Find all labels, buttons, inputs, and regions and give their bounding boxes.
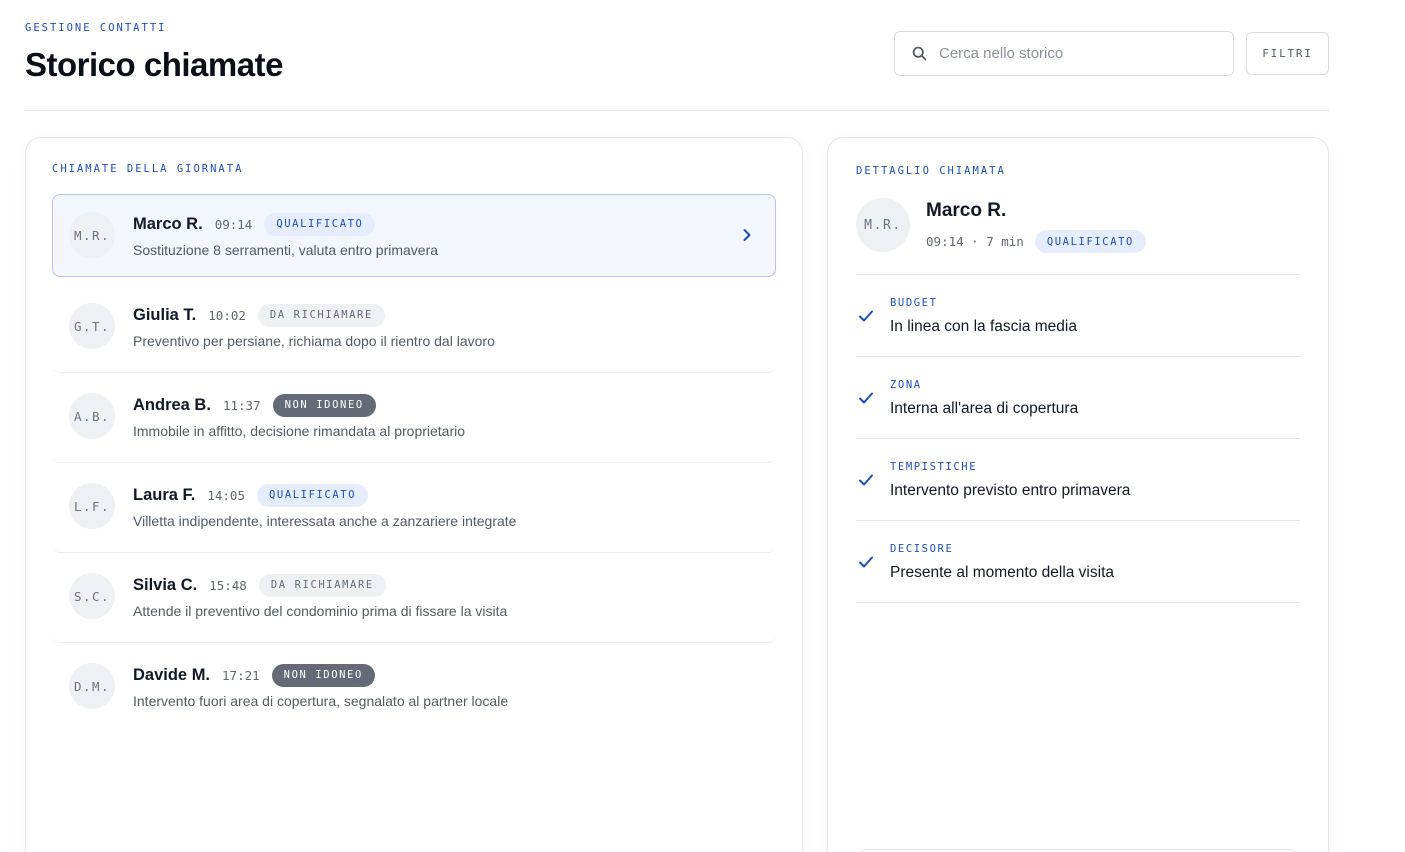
call-row-selected[interactable]: M.R. Marco R. 09:14 QUALIFICATO Sostituz… bbox=[52, 194, 776, 277]
criterion-label: ZONA bbox=[890, 379, 922, 391]
check-icon bbox=[859, 310, 873, 322]
criterion-value: Presente al momento della visita bbox=[890, 564, 1115, 581]
call-row-head: Giulia T. 10:02 DA RICHIAMARE bbox=[133, 303, 385, 327]
call-row-head: Silvia C. 15:48 DA RICHIAMARE bbox=[133, 573, 386, 597]
check-icon bbox=[859, 474, 873, 486]
avatar: D.M. bbox=[69, 663, 115, 709]
caller-name: Laura F. bbox=[133, 485, 196, 504]
call-description: Immobile in affitto, decisione rimandata… bbox=[133, 423, 466, 439]
caller-name: Davide M. bbox=[133, 665, 211, 684]
criterion-tempistiche: TEMPISTICHE Intervento previsto entro pr… bbox=[856, 439, 1300, 521]
call-row-head: Davide M. 17:21 NON IDONEO bbox=[133, 663, 375, 687]
page-title: Storico chiamate bbox=[25, 46, 283, 83]
call-time: 15:48 bbox=[209, 577, 247, 593]
call-row[interactable]: G.T. Giulia T. 10:02 DA RICHIAMARE Preve… bbox=[52, 283, 776, 373]
call-description: Sostituzione 8 serramenti, valuta entro … bbox=[133, 242, 439, 258]
detail-section-label: DETTAGLIO CHIAMATA bbox=[856, 165, 1006, 177]
caller-name: Marco R. bbox=[133, 214, 203, 233]
search-input[interactable] bbox=[939, 45, 1219, 62]
calls-section-label: CHIAMATE DELLA GIORNATA bbox=[52, 163, 244, 175]
criterion-budget: BUDGET In linea con la fascia media bbox=[856, 275, 1300, 357]
call-row-head: Andrea B. 11:37 NON IDONEO bbox=[133, 393, 376, 417]
check-icon bbox=[859, 392, 873, 404]
calls-panel: CHIAMATE DELLA GIORNATA M.R. Marco R. 09… bbox=[25, 137, 803, 852]
criterion-zona: ZONA Interna all'area di copertura bbox=[856, 357, 1300, 439]
avatar: S.C. bbox=[69, 573, 115, 619]
criterion-value: In linea con la fascia media bbox=[890, 318, 1077, 335]
criterion-label: TEMPISTICHE bbox=[890, 461, 978, 473]
criterion-value: Intervento previsto entro primavera bbox=[890, 482, 1131, 499]
criterion-decisore: DECISORE Presente al momento della visit… bbox=[856, 521, 1300, 603]
call-row-head: Laura F. 14:05 QUALIFICATO bbox=[133, 483, 369, 507]
check-icon bbox=[859, 556, 873, 568]
status-badge: NON IDONEO bbox=[272, 393, 376, 417]
avatar: G.T. bbox=[69, 303, 115, 349]
chevron-right-icon bbox=[743, 229, 751, 241]
criterion-value: Interna all'area di copertura bbox=[890, 400, 1079, 417]
search-box[interactable] bbox=[894, 31, 1234, 76]
call-row[interactable]: L.F. Laura F. 14:05 QUALIFICATO Villetta… bbox=[52, 463, 776, 553]
status-badge: QUALIFICATO bbox=[264, 212, 376, 236]
filters-button[interactable]: FILTRI bbox=[1246, 32, 1329, 75]
detail-caller-name: Marco R. bbox=[926, 200, 1007, 221]
caller-name: Andrea B. bbox=[133, 395, 211, 414]
detail-status-badge: QUALIFICATO bbox=[1034, 230, 1146, 253]
detail-time-duration: 09:14 · 7 min bbox=[926, 234, 1024, 249]
call-row[interactable]: S.C. Silvia C. 15:48 DA RICHIAMARE Atten… bbox=[52, 553, 776, 643]
caller-name: Giulia T. bbox=[133, 305, 197, 324]
status-badge: DA RICHIAMARE bbox=[258, 573, 386, 597]
avatar: M.R. bbox=[69, 212, 115, 258]
call-time: 09:14 bbox=[214, 216, 253, 232]
detail-avatar: M.R. bbox=[856, 198, 910, 252]
call-description: Villetta indipendente, interessata anche… bbox=[133, 513, 517, 529]
detail-meta: 09:14 · 7 min QUALIFICATO bbox=[926, 230, 1146, 253]
call-time: 10:02 bbox=[208, 307, 246, 323]
call-row[interactable]: D.M. Davide M. 17:21 NON IDONEO Interven… bbox=[52, 643, 776, 733]
avatar: L.F. bbox=[69, 483, 115, 529]
header-divider bbox=[25, 110, 1329, 111]
page-eyebrow: GESTIONE CONTATTI bbox=[25, 22, 167, 34]
criterion-label: DECISORE bbox=[890, 543, 954, 555]
call-time: 11:37 bbox=[222, 397, 261, 413]
status-badge: NON IDONEO bbox=[271, 663, 375, 687]
call-description: Attende il preventivo del condominio pri… bbox=[133, 603, 508, 619]
detail-panel: DETTAGLIO CHIAMATA M.R. Marco R. 09:14 ·… bbox=[827, 137, 1329, 852]
status-badge: DA RICHIAMARE bbox=[257, 303, 385, 327]
search-icon bbox=[912, 46, 927, 61]
call-row-head: Marco R. 09:14 QUALIFICATO bbox=[133, 212, 376, 236]
call-description: Intervento fuori area di copertura, segn… bbox=[133, 693, 509, 709]
call-row[interactable]: A.B. Andrea B. 11:37 NON IDONEO Immobile… bbox=[52, 373, 776, 463]
qualification-criteria: BUDGET In linea con la fascia media ZONA… bbox=[856, 275, 1300, 603]
call-list: M.R. Marco R. 09:14 QUALIFICATO Sostituz… bbox=[52, 194, 776, 733]
caller-name: Silvia C. bbox=[133, 575, 198, 594]
criterion-label: BUDGET bbox=[890, 297, 938, 309]
call-time: 17:21 bbox=[222, 667, 260, 683]
call-description: Preventivo per persiane, richiama dopo i… bbox=[133, 333, 495, 349]
status-badge: QUALIFICATO bbox=[257, 483, 369, 507]
call-time: 14:05 bbox=[207, 487, 245, 503]
avatar: A.B. bbox=[69, 393, 115, 439]
